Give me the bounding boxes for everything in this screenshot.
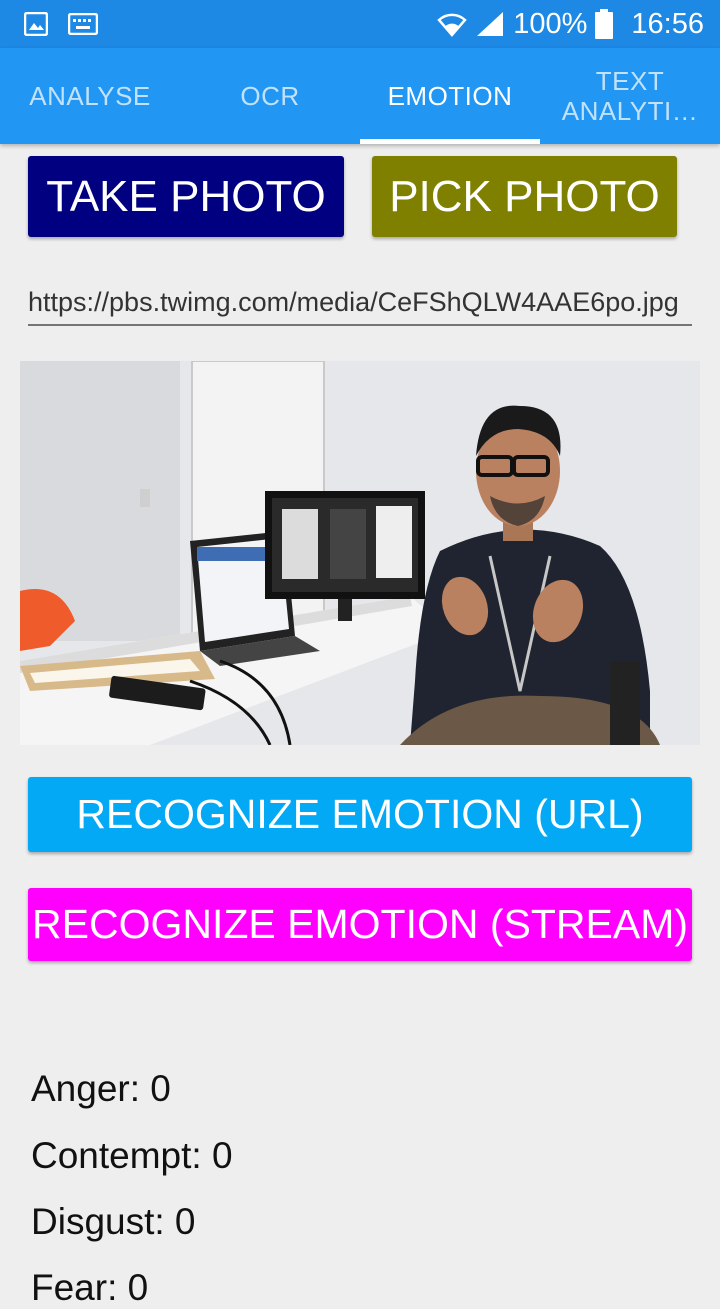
result-anger: Anger: 0 xyxy=(31,1068,171,1109)
result-contempt: Contempt: 0 xyxy=(31,1135,233,1176)
take-photo-button[interactable]: TAKE PHOTO xyxy=(28,156,344,237)
tab-text-analytics[interactable]: TEXT ANALYTI… xyxy=(540,48,720,144)
gallery-icon xyxy=(24,12,48,36)
status-bar: 100% 16:56 xyxy=(0,0,720,48)
tab-analyse[interactable]: ANALYSE xyxy=(0,48,180,144)
tab-ocr[interactable]: OCR xyxy=(180,48,360,144)
image-url-field[interactable]: https://pbs.twimg.com/media/CeFShQLW4AAE… xyxy=(28,280,692,326)
selected-photo xyxy=(20,361,700,745)
result-fear: Fear: 0 xyxy=(31,1267,149,1308)
pick-photo-button[interactable]: PICK PHOTO xyxy=(372,156,677,237)
tab-text-analytics-label: TEXT ANALYTI… xyxy=(561,66,699,126)
battery-percentage: 100% xyxy=(513,7,588,40)
result-disgust: Disgust: 0 xyxy=(31,1201,196,1242)
recognize-emotion-url-button[interactable]: RECOGNIZE EMOTION (URL) xyxy=(28,777,692,852)
tab-bar: ANALYSE OCR EMOTION TEXT ANALYTI… xyxy=(0,48,720,144)
wifi-icon xyxy=(437,13,467,37)
signal-icon xyxy=(477,12,504,36)
keyboard-icon xyxy=(68,13,98,35)
clock: 16:56 xyxy=(631,7,704,40)
battery-icon xyxy=(595,9,614,39)
active-tab-indicator xyxy=(360,139,540,144)
tab-emotion[interactable]: EMOTION xyxy=(360,48,540,144)
recognize-emotion-stream-button[interactable]: RECOGNIZE EMOTION (STREAM) xyxy=(28,888,692,961)
